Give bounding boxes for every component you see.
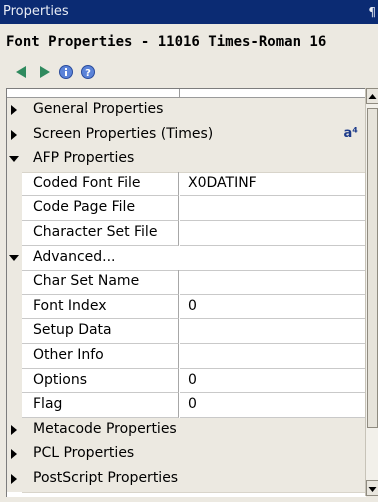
property-row[interactable]: Character Set File xyxy=(7,220,366,246)
property-value[interactable]: 0 xyxy=(180,393,366,418)
collapsed-triangle-icon[interactable] xyxy=(9,104,19,116)
property-value[interactable] xyxy=(180,270,366,295)
section-label: Advanced... xyxy=(33,248,116,265)
property-row[interactable]: Char Set Name xyxy=(7,270,366,295)
property-row[interactable]: Options 0 xyxy=(7,368,366,394)
section-label: Metacode Properties xyxy=(33,420,177,437)
property-name: Other Info xyxy=(22,343,179,369)
property-name: Coded Font File xyxy=(22,171,179,197)
section-row[interactable]: Screen Properties (Times) a⁴ xyxy=(7,122,366,149)
property-name: Character Set File xyxy=(22,220,179,246)
section-row[interactable]: PostScript Properties xyxy=(7,466,366,493)
forward-arrow-icon[interactable] xyxy=(36,64,54,82)
collapsed-triangle-icon[interactable] xyxy=(9,473,19,485)
section-label: PostScript Properties xyxy=(33,469,179,486)
row-gutter xyxy=(7,368,22,394)
property-name: Font Index xyxy=(22,294,179,320)
property-value[interactable]: 0 xyxy=(180,295,366,320)
pin-icon[interactable]: ¶ xyxy=(368,0,376,24)
scroll-up-button[interactable] xyxy=(366,88,378,104)
window-titlebar: Properties ¶ xyxy=(0,0,378,24)
font-preview-icon[interactable]: a⁴ xyxy=(344,126,358,141)
property-row[interactable]: Setup Data xyxy=(7,319,366,344)
property-row[interactable]: Other Info xyxy=(7,343,366,369)
scroll-down-button[interactable] xyxy=(366,480,378,496)
property-value[interactable] xyxy=(180,221,366,246)
row-gutter xyxy=(7,220,22,246)
row-gutter xyxy=(7,343,22,369)
scroll-thumb[interactable] xyxy=(367,108,378,428)
subsection-row[interactable]: Advanced... xyxy=(7,245,366,272)
collapsed-triangle-icon[interactable] xyxy=(9,448,19,460)
section-label: General Properties xyxy=(33,101,164,117)
section-row[interactable]: PCL Properties xyxy=(7,442,366,468)
row-gutter xyxy=(7,196,22,221)
property-name: Options xyxy=(22,368,179,394)
expanded-triangle-icon[interactable] xyxy=(9,252,19,264)
row-gutter xyxy=(7,171,22,197)
property-name: Flag xyxy=(22,393,179,418)
collapsed-triangle-icon[interactable] xyxy=(9,424,19,436)
expanded-triangle-icon[interactable] xyxy=(9,153,19,165)
svg-text:?: ? xyxy=(85,68,91,79)
property-grid: General Properties Screen Properties (Tim… xyxy=(6,88,366,497)
property-row[interactable]: Code Page File xyxy=(7,196,366,221)
panel-header: Font Properties - 11016 Times-Roman 16 xyxy=(6,34,327,50)
info-icon[interactable] xyxy=(58,64,76,82)
row-gutter xyxy=(7,294,22,320)
collapsed-triangle-icon[interactable] xyxy=(9,129,19,141)
property-name: Setup Data xyxy=(22,319,179,344)
property-name: Char Set Name xyxy=(22,270,179,295)
window-title: Properties xyxy=(3,4,69,19)
property-value[interactable] xyxy=(180,344,366,369)
property-row[interactable]: Flag 0 xyxy=(7,393,366,418)
back-arrow-icon[interactable] xyxy=(14,64,32,82)
section-label: AFP Properties xyxy=(33,150,135,167)
properties-panel: Font Properties - 11016 Times-Roman 16 ?… xyxy=(0,24,378,502)
section-row[interactable]: AFP Properties xyxy=(7,147,366,173)
vertical-scrollbar[interactable] xyxy=(365,88,378,496)
row-gutter xyxy=(7,270,22,295)
section-row[interactable]: Metacode Properties xyxy=(7,417,366,444)
row-gutter xyxy=(7,319,22,344)
property-value[interactable] xyxy=(180,196,366,221)
property-value[interactable]: X0DATINF xyxy=(180,172,366,197)
property-value[interactable]: 0 xyxy=(180,369,366,394)
section-row[interactable]: General Properties xyxy=(7,98,366,124)
grid-column-header xyxy=(7,89,366,98)
section-label: PCL Properties xyxy=(33,445,135,462)
property-name: Code Page File xyxy=(22,196,179,221)
property-row[interactable]: Coded Font File X0DATINF xyxy=(7,171,366,197)
row-gutter xyxy=(7,393,22,418)
property-rows: General Properties Screen Properties (Tim… xyxy=(7,98,366,493)
section-label: Screen Properties (Times) xyxy=(33,125,214,142)
help-icon[interactable]: ? xyxy=(80,64,98,82)
property-value[interactable] xyxy=(180,319,366,344)
property-row[interactable]: Font Index 0 xyxy=(7,294,366,320)
